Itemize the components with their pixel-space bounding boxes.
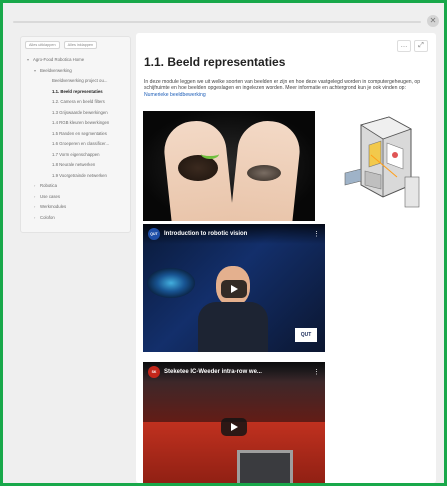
content-toolbar: … ⤢ xyxy=(397,40,428,52)
sidebar-item-label: Agro-Food Robotica Home xyxy=(33,57,85,62)
expand-all-button[interactable]: Alles uitklappen xyxy=(25,41,60,49)
play-icon[interactable] xyxy=(221,418,247,436)
channel-logo[interactable]: SK xyxy=(148,366,160,378)
video-ic-weeder[interactable]: SK Steketee IC-Weeder intra-row we... ⋮ xyxy=(143,362,325,483)
video-header: QUT Introduction to robotic vision ⋮ xyxy=(143,224,325,244)
sorting-machine-illustration xyxy=(344,116,420,208)
collapse-all-button[interactable]: Alles inklappen xyxy=(63,41,98,49)
channel-logo[interactable]: QUT xyxy=(148,228,160,240)
presenter-figure xyxy=(198,266,268,352)
sidebar-item-label: 1.9 Voorgetrainde netwerken xyxy=(52,172,107,178)
sidebar-item-label: 1.5 Randen en segmentaties xyxy=(52,130,107,136)
window-frame: ✕ Alles uitklappen Alles inklappen ▾ Agro… xyxy=(0,0,447,486)
sidebar-item[interactable]: 1.4 RGB kleuren bewerkingen xyxy=(25,118,126,129)
sidebar-item-label: Beeldverwerking xyxy=(40,67,72,73)
sidebar-item[interactable]: 1.6 Groeperen en classificer... xyxy=(25,139,126,150)
sidebar-tree: ▾ Agro-Food Robotica Home ▾ Beeldverwerking… xyxy=(25,55,126,223)
top-bar: ✕ xyxy=(13,15,439,27)
intro-paragraph: In deze module leggen we uit welke soort… xyxy=(144,79,430,98)
sidebar-item-label: 1.6 Groeperen en classificer... xyxy=(52,141,110,146)
content-panel: … ⤢ 1.1. Beeld representaties In deze mo… xyxy=(136,33,436,483)
intro-text: In deze module leggen we uit welke soort… xyxy=(144,79,421,92)
sidebar-item[interactable]: ▾ Beeldverwerking xyxy=(25,66,126,77)
sidebar-navigation: Alles uitklappen Alles inklappen ▾ Agro-F… xyxy=(20,36,131,233)
channel-watermark: QUT xyxy=(295,328,317,342)
numerieke-beeldbewerking-link[interactable]: Numerieke beeldbewerking xyxy=(144,92,206,98)
sidebar-item[interactable]: 1.2. Camera en beeld filters xyxy=(25,97,126,108)
eye-graphic xyxy=(147,268,195,298)
sidebar-item[interactable]: › Use cases xyxy=(25,192,126,203)
sidebar-item[interactable]: 1.9 Voorgetrainde netwerken xyxy=(25,171,126,182)
soil-shape xyxy=(178,155,218,181)
video-robotic-vision[interactable]: QUT Introduction to robotic vision ⋮ QUT xyxy=(143,224,325,352)
kebab-menu-icon[interactable]: ⋮ xyxy=(313,368,320,376)
kebab-menu-icon[interactable]: ⋮ xyxy=(313,230,320,238)
sidebar-item-label: Beeldverwerking project ou... xyxy=(52,78,108,83)
top-bar-track xyxy=(13,21,421,23)
sidebar-item-label: Werkmodules xyxy=(40,204,67,209)
sidebar-item-label: 1.3 Grijswaarde bewerkingen xyxy=(52,109,108,115)
sidebar-item[interactable]: 1.1. Beeld representaties xyxy=(25,87,126,98)
sidebar-item-label: 1.8 Neurale netwerken xyxy=(52,162,96,167)
sidebar-item[interactable]: 1.7 Vorm eigenschappen xyxy=(25,150,126,161)
sidebar-item[interactable]: 1.8 Neurale netwerken xyxy=(25,160,126,171)
sidebar-item[interactable]: ▾ Agro-Food Robotica Home xyxy=(25,55,126,66)
sidebar-actions: Alles uitklappen Alles inklappen xyxy=(25,41,126,49)
sidebar-item-label: Robotica xyxy=(40,183,57,188)
page-title: 1.1. Beeld representaties xyxy=(144,55,286,69)
sidebar-item-label: 1.4 RGB kleuren bewerkingen xyxy=(52,120,110,125)
sidebar-item[interactable]: 1.3 Grijswaarde bewerkingen xyxy=(25,108,126,119)
presenter-suit xyxy=(198,302,268,352)
video-title[interactable]: Introduction to robotic vision xyxy=(164,231,309,237)
sidebar-item-label: Colofon xyxy=(40,214,55,220)
tractor-cab-shape xyxy=(237,450,293,483)
expand-icon[interactable]: ⤢ xyxy=(414,40,428,52)
play-icon[interactable] xyxy=(221,280,247,298)
sprout-shape xyxy=(201,149,219,159)
sidebar-item-label: 1.7 Vorm eigenschappen xyxy=(52,151,100,157)
sidebar-item[interactable]: 1.5 Randen en segmentaties xyxy=(25,129,126,140)
more-options-button[interactable]: … xyxy=(397,40,411,52)
sidebar-item-label: Use cases xyxy=(40,193,61,199)
sidebar-item[interactable]: › Robotica xyxy=(25,181,126,192)
sidebar-item-label: 1.1. Beeld representaties xyxy=(52,88,103,94)
sidebar-item[interactable]: Beeldverwerking project ou... xyxy=(25,76,126,87)
video-header: SK Steketee IC-Weeder intra-row we... ⋮ xyxy=(143,362,325,382)
seeds-shape xyxy=(247,165,281,181)
sidebar-item[interactable]: › Werkmodules xyxy=(25,202,126,213)
sidebar-item[interactable]: › Colofon xyxy=(25,213,126,224)
hands-soil-seeds-image xyxy=(143,111,315,221)
video-title[interactable]: Steketee IC-Weeder intra-row we... xyxy=(164,369,309,375)
close-icon[interactable]: ✕ xyxy=(427,15,439,27)
sidebar-item-label: 1.2. Camera en beeld filters xyxy=(52,99,105,104)
